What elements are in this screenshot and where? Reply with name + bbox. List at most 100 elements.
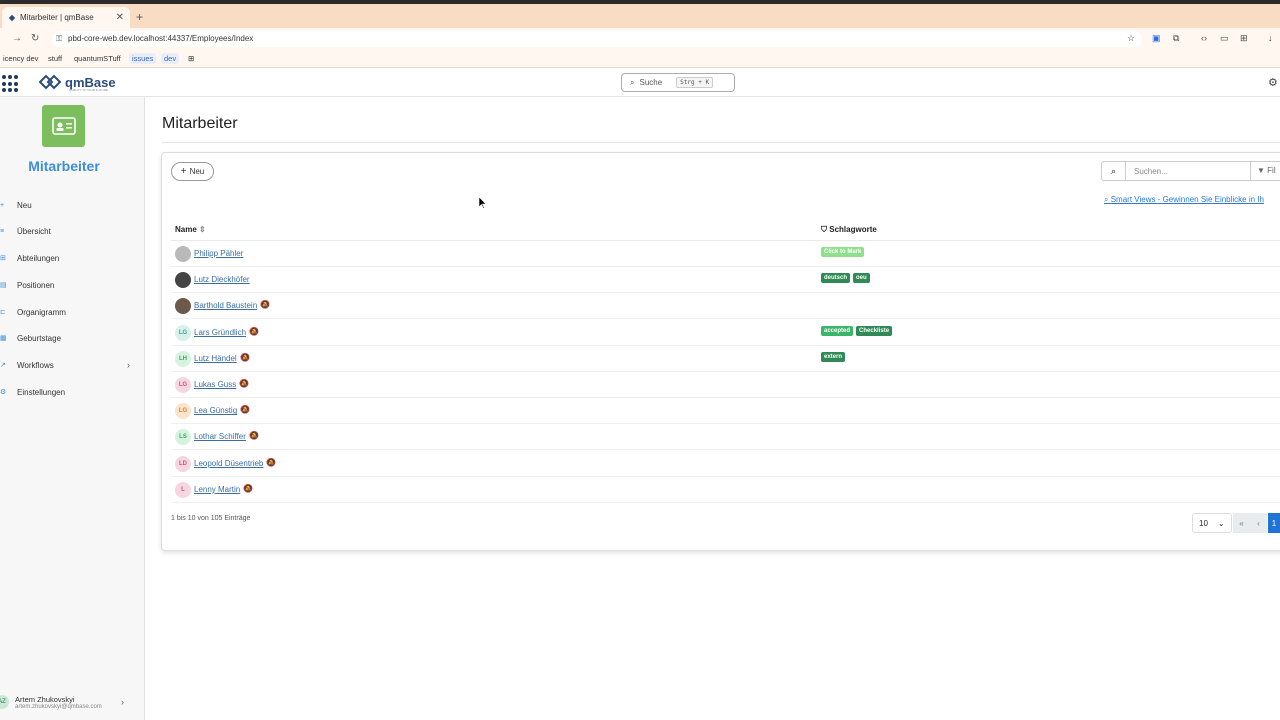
address-bar: → ↻ ⚿ pbd-core-web.dev.localhost:44337/E… [0, 28, 1280, 50]
reload-icon[interactable]: ↻ [31, 33, 39, 44]
table-row: Lutz Dieckhöfer deutsch oeu [171, 267, 1280, 294]
bookmark-issues[interactable]: issues [129, 53, 157, 64]
tags-cell: deutsch oeu [821, 273, 870, 284]
tab-title: Mitarbeiter | qmBase [20, 13, 94, 22]
tag-badge[interactable]: extern [821, 351, 846, 362]
user-name: Artem Zhukovskyi [15, 694, 75, 704]
sidebar-item-label: Workflows [17, 360, 54, 370]
notifications-off-icon: 🔕 [260, 300, 270, 310]
employee-name-link[interactable]: Lutz Händel [194, 354, 237, 363]
tag-badge[interactable]: Checkliste [856, 325, 893, 336]
first-page-button[interactable]: « [1233, 513, 1250, 533]
employee-name-link[interactable]: Philipp Pähler [194, 249, 243, 258]
bookmark-stuff[interactable]: stuff [45, 53, 65, 64]
sidebar-item-label: Einstellungen [17, 387, 66, 397]
page-size-select[interactable]: 10 ⌄ [1192, 513, 1232, 533]
app-launcher-icon[interactable] [2, 75, 20, 93]
column-name-label: Name [175, 225, 197, 234]
sidebar-item-positionen[interactable]: ▤ Positionen [0, 275, 140, 295]
download-icon[interactable]: ↓ [1268, 33, 1273, 43]
avatar: LG [175, 324, 191, 341]
search-icon[interactable]: ⌕ [1102, 162, 1126, 180]
departments-icon: ⊞ [0, 255, 6, 262]
tag-badge[interactable]: deutsch [821, 273, 851, 284]
forward-icon[interactable]: → [12, 33, 22, 44]
employee-name-link[interactable]: Lukas Guss [194, 380, 236, 389]
tag-badge[interactable]: accepted [821, 325, 854, 336]
positions-icon: ▤ [0, 282, 7, 289]
smart-views-text: Smart Views - Gewinnen Sie Einblicke in … [1110, 195, 1264, 204]
filter-button[interactable]: ▼ Fil [1250, 162, 1276, 180]
bookmark-icency-dev[interactable]: icency dev [0, 53, 41, 64]
devtools-icon[interactable]: ‹› [1201, 33, 1207, 43]
qmbase-logo-icon [38, 74, 62, 90]
employee-name-link[interactable]: Lars Gründlich [194, 328, 246, 337]
star-icon[interactable]: ☆ [1127, 33, 1135, 44]
user-menu[interactable]: AZ Artem Zhukovskyi artem.zhukovskyi@qmb… [0, 687, 140, 717]
bookmark-quantumstuff[interactable]: quantumSTuff [71, 53, 124, 64]
sidebar-item-organigramm[interactable]: ⊏ Organigramm [0, 302, 140, 322]
cast-icon[interactable]: ▭ [1220, 33, 1229, 44]
employee-name-link[interactable]: Lea Günstig [194, 406, 237, 415]
notifications-off-icon: 🔕 [249, 431, 259, 441]
extension-icon[interactable]: ▣ [1152, 33, 1161, 44]
employee-name-link[interactable]: Lutz Dieckhöfer [194, 275, 250, 284]
table-row: Philipp Pähler Click to Mark [171, 241, 1280, 267]
avatar [175, 246, 191, 262]
site-info-icon[interactable]: ⚿ [56, 31, 62, 47]
apps-grid-icon[interactable]: ⊞ [185, 53, 197, 64]
sidebar-item-geburtstage[interactable]: ▦ Geburtstage [0, 328, 140, 348]
sidebar-item-neu[interactable]: + Neu [0, 195, 140, 215]
smart-views-link[interactable]: ⌕ Smart Views - Gewinnen Sie Einblicke i… [1104, 195, 1264, 205]
tags-cell: accepted Checkliste [821, 325, 893, 336]
employee-name-link[interactable]: Leopold Düsentrieb [194, 459, 263, 468]
notifications-off-icon: 🔕 [243, 483, 253, 493]
divider [162, 142, 1280, 143]
url-field[interactable]: ⚿ pbd-core-web.dev.localhost:44337/Emplo… [52, 31, 1142, 47]
bookmark-dev[interactable]: dev [161, 53, 180, 64]
sidebar-item-label: Positionen [17, 280, 55, 290]
employee-name-link[interactable]: Barthold Baustein [194, 301, 257, 310]
settings-gear-icon[interactable]: ⚙ [1268, 76, 1278, 89]
table-row: LD Leopold Düsentrieb 🔕 [171, 451, 1280, 477]
avatar: LD [175, 455, 191, 472]
notifications-off-icon: 🔕 [266, 457, 276, 467]
url-text: pbd-core-web.dev.localhost:44337/Employe… [68, 34, 254, 43]
grid-icon[interactable]: ⊞ [1240, 33, 1248, 44]
table-info: 1 bis 10 von 105 Einträge [171, 515, 251, 522]
table-search-input[interactable]: Suchen... [1134, 167, 1254, 176]
column-header-name[interactable]: Name ⇕ [175, 225, 206, 234]
avatar: LG [175, 403, 191, 420]
current-page-button[interactable]: 1 [1268, 513, 1280, 533]
sidebar-item-uebersicht[interactable]: ≡ Übersicht [0, 221, 140, 241]
sidebar-item-abteilungen[interactable]: ⊞ Abteilungen [0, 248, 140, 268]
sidebar-item-label: Organigramm [17, 307, 66, 317]
notifications-off-icon: 🔕 [249, 326, 259, 336]
avatar: L [175, 481, 191, 498]
table-search: ⌕ Suchen... ▼ Fil [1101, 161, 1280, 181]
tags-cell: Click to Mark [821, 247, 865, 257]
tag-badge[interactable]: Click to Mark [821, 247, 865, 257]
sidebar-item-einstellungen[interactable]: ⚙ Einstellungen [0, 382, 140, 402]
notifications-off-icon: 🔕 [240, 352, 250, 362]
browser-tab[interactable]: Mitarbeiter | qmBase ✕ [2, 7, 130, 28]
chevron-right-icon: › [121, 697, 124, 707]
employee-name-link[interactable]: Lothar Schiffer [194, 432, 246, 441]
global-search[interactable]: ⌕ Suche Strg + K [621, 73, 735, 92]
sidebar-item-workflows[interactable]: ↗ Workflows › [0, 355, 140, 375]
gear-icon: ⚙ [0, 389, 7, 396]
search-label: Suche [639, 78, 663, 87]
browser-tabbar: Mitarbeiter | qmBase ✕ + [0, 4, 1280, 28]
new-employee-button[interactable]: + Neu [171, 162, 214, 181]
notifications-off-icon: 🔕 [239, 379, 249, 388]
puzzle-icon[interactable]: ⧉ [1173, 33, 1179, 44]
employee-name-link[interactable]: Lenny Martin [194, 485, 240, 494]
tag-badge[interactable]: oeu [853, 273, 870, 284]
search-icon: ⌕ [1104, 195, 1109, 204]
prev-page-button[interactable]: ‹ [1250, 513, 1267, 533]
new-tab-icon[interactable]: + [136, 10, 143, 24]
main-content: Mitarbeiter + Neu ⌕ Suchen... ▼ Fil ⌕ Sm… [145, 97, 1280, 720]
sidebar-item-label: Übersicht [17, 226, 51, 236]
tab-close-icon[interactable]: ✕ [116, 12, 124, 23]
qmbase-logo[interactable]: qmBase QUALITY IS YOUR FUTURE [38, 74, 116, 92]
